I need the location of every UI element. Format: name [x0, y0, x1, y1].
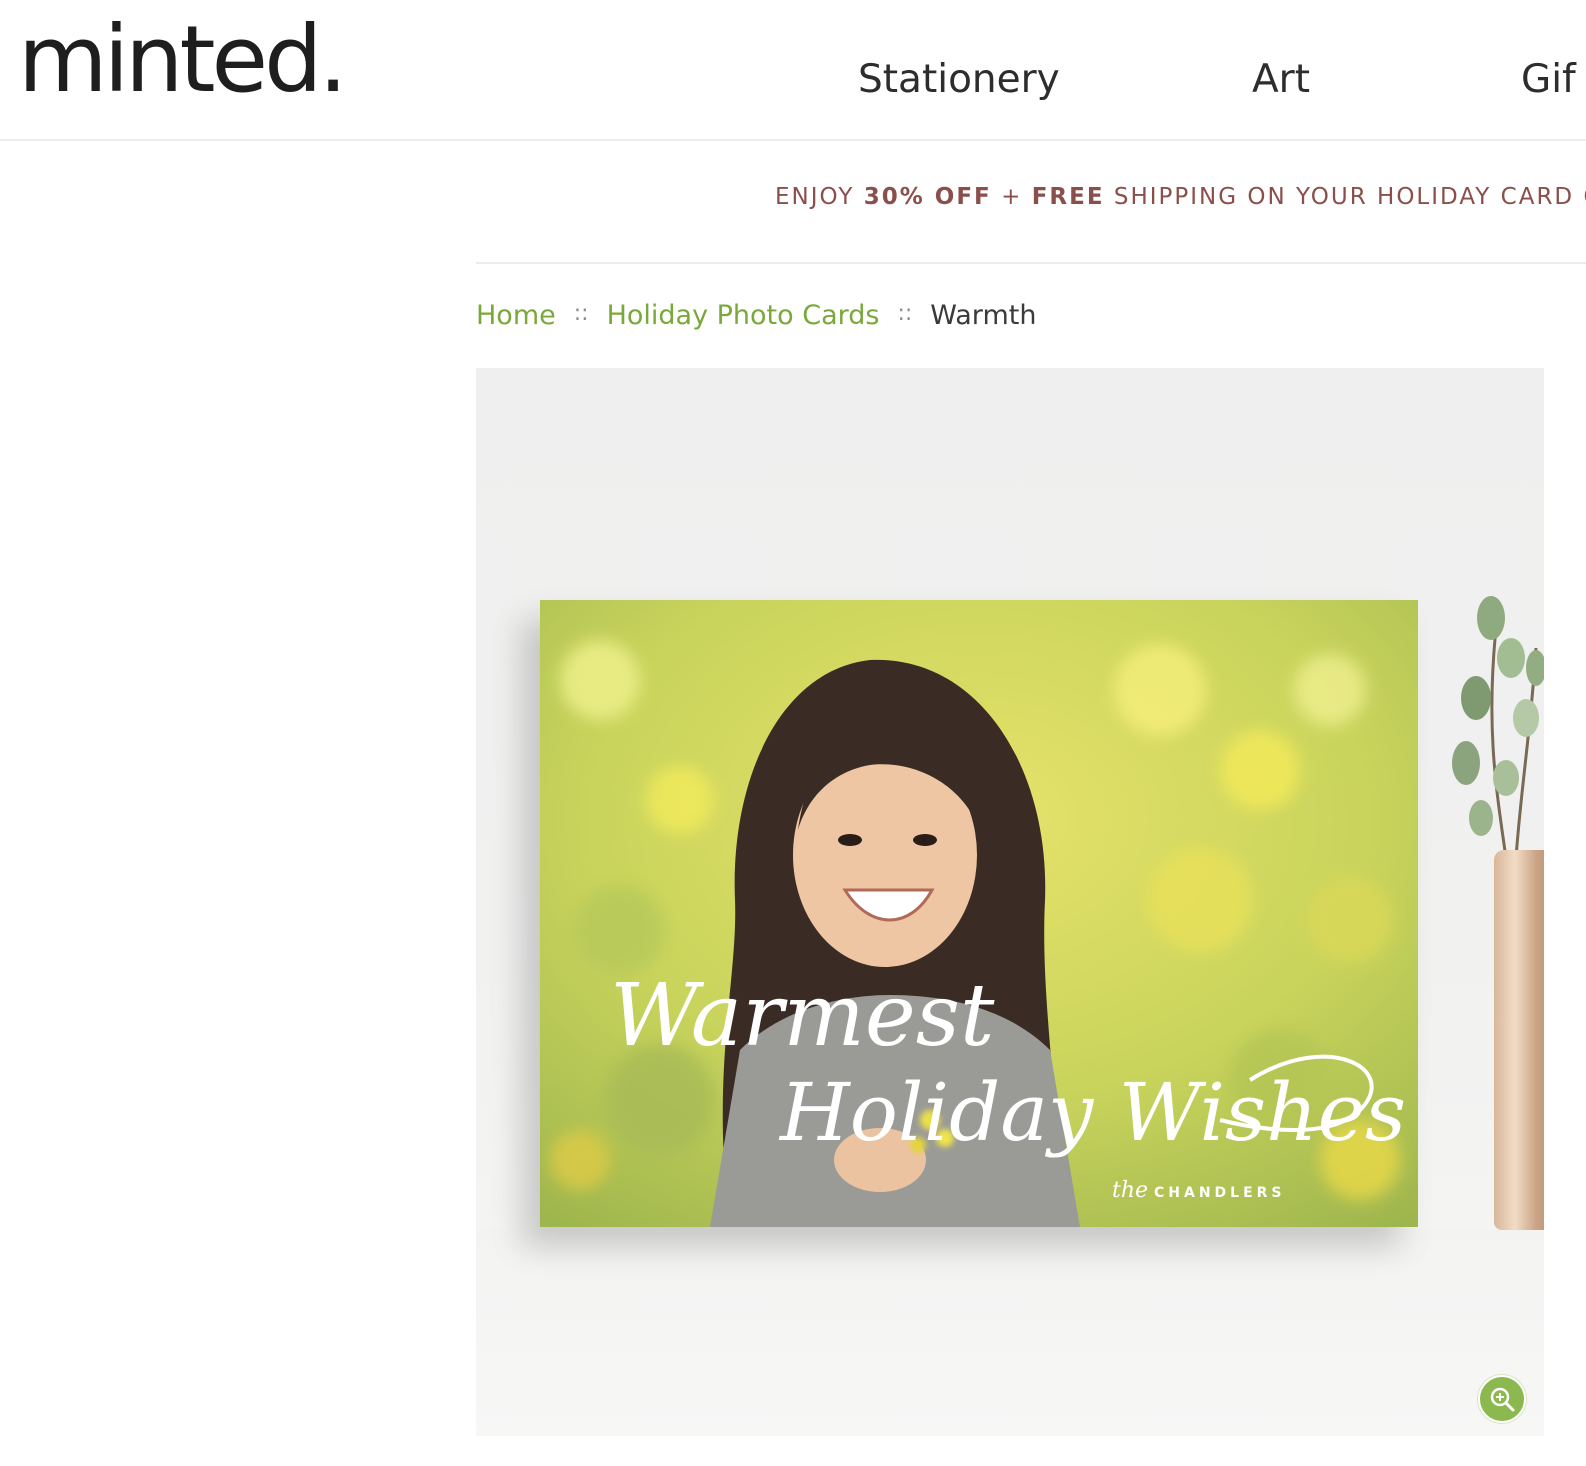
product-image[interactable]: Warmest Holiday Wishes the CHANDLERS — [476, 368, 1544, 1436]
eucalyptus-decoration — [1452, 596, 1544, 859]
promo-free: FREE — [1031, 184, 1105, 210]
breadcrumb-separator: :: — [897, 301, 913, 326]
card-photo: Warmest Holiday Wishes the CHANDLERS — [540, 600, 1418, 1227]
nav-art[interactable]: Art — [1252, 60, 1310, 99]
product-page: minted. Stationery Art Gif ENJOY 30% OFF… — [0, 0, 1586, 1466]
minted-logo[interactable]: minted. — [18, 14, 348, 106]
marble-tabletop — [476, 1228, 1544, 1436]
card-signature-name: CHANDLERS — [1154, 1185, 1286, 1201]
promo-divider — [476, 262, 1586, 264]
promo-text-1: ENJOY — [775, 184, 864, 210]
card-greeting-line1: Warmest — [610, 966, 995, 1066]
promo-text-3: SHIPPING ON YOUR HOLIDAY CARD OR — [1104, 184, 1586, 210]
vase — [1494, 850, 1544, 1230]
holiday-card: Warmest Holiday Wishes the CHANDLERS — [540, 600, 1418, 1227]
breadcrumb: Home:: Holiday Photo Cards:: Warmth — [476, 302, 1036, 329]
breadcrumb-current: Warmth — [930, 300, 1037, 331]
card-signature-prefix: the — [1112, 1178, 1148, 1203]
breadcrumb-holiday-photo-cards[interactable]: Holiday Photo Cards — [607, 300, 880, 331]
card-greeting-line2: Holiday Wishes — [778, 1066, 1406, 1159]
nav-gifts[interactable]: Gif — [1521, 60, 1576, 99]
promo-banner[interactable]: ENJOY 30% OFF + FREE SHIPPING ON YOUR HO… — [775, 186, 1586, 209]
breadcrumb-separator: :: — [573, 301, 589, 326]
promo-text-2: + — [991, 184, 1032, 210]
nav-stationery[interactable]: Stationery — [858, 60, 1060, 99]
zoom-in-icon — [1490, 1387, 1515, 1412]
zoom-button[interactable] — [1478, 1375, 1526, 1423]
promo-discount: 30% OFF — [863, 184, 992, 210]
breadcrumb-home[interactable]: Home — [476, 300, 556, 331]
site-header: minted. Stationery Art Gif — [0, 0, 1586, 141]
